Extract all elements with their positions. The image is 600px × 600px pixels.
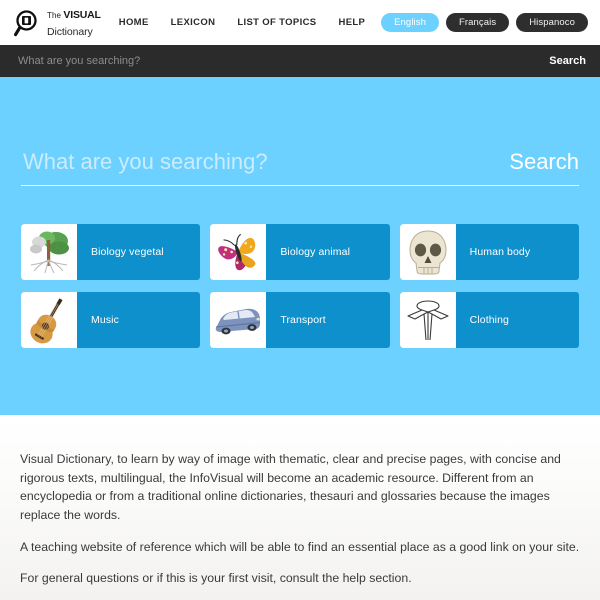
logo-visual: VISUAL [63,9,101,22]
hero-search-bar: Search [21,77,579,186]
nav-item-lexicon[interactable]: LEXICON [171,17,216,28]
nav-item-list-of-topics[interactable]: LIST OF TOPICS [237,17,316,28]
language-button-hispanoco[interactable]: Hispanoco [516,13,588,32]
category-tile-label: Clothing [469,314,509,326]
shirt-collar-icon [399,292,456,348]
magnifier-book-logo-icon [14,9,42,37]
car-icon [210,292,267,348]
category-tile-label: Biology vegetal [91,246,164,258]
guitar-icon [21,292,77,348]
top-search-input[interactable] [16,54,540,68]
language-button-francais[interactable]: Français [445,13,510,32]
nav-item-help[interactable]: HELP [338,17,365,28]
hero-section: Search [0,77,600,415]
logo-wordmark: The VISUAL Dictionary [47,6,101,39]
category-tile-clothing[interactable]: Clothing [399,292,579,348]
hero-search-input[interactable] [21,148,496,176]
intro-content: Visual Dictionary, to learn by way of im… [0,415,600,600]
category-tile-music[interactable]: Music [21,292,201,348]
category-tiles: Biology vegetal Biology animal Human bod… [18,224,582,348]
language-button-english[interactable]: English [381,13,439,32]
skull-icon [399,224,456,280]
main-nav-links: HOME LEXICON LIST OF TOPICS HELP [119,17,366,28]
logo-dictionary: Dictionary [47,25,93,38]
tree-icon [21,224,77,280]
category-tile-biology-animal[interactable]: Biology animal [210,224,390,280]
language-switcher: English Français Hispanoco [381,13,588,32]
logo-the: The [47,11,62,21]
category-tile-label: Music [91,314,119,326]
butterfly-icon [210,224,267,280]
site-logo[interactable]: The VISUAL Dictionary [14,6,101,39]
category-tile-label: Transport [280,314,326,326]
intro-paragraph-3: For general questions or if this is your… [20,571,412,586]
hero-search-button[interactable]: Search [495,149,579,175]
category-tile-label: Biology animal [280,246,351,258]
top-search-button[interactable]: Search [539,55,586,67]
top-search-bar: Search [0,45,600,77]
category-tile-label: Human body [469,246,531,258]
category-tile-human-body[interactable]: Human body [399,224,579,280]
intro-paragraph-1: Visual Dictionary, to learn by way of im… [20,452,561,523]
category-tile-biology-vegetal[interactable]: Biology vegetal [21,224,201,280]
nav-item-home[interactable]: HOME [119,17,149,28]
intro-paragraph-2: A teaching website of reference which wi… [20,539,580,554]
top-navigation-bar: The VISUAL Dictionary HOME LEXICON LIST … [0,0,600,45]
category-tile-transport[interactable]: Transport [210,292,390,348]
